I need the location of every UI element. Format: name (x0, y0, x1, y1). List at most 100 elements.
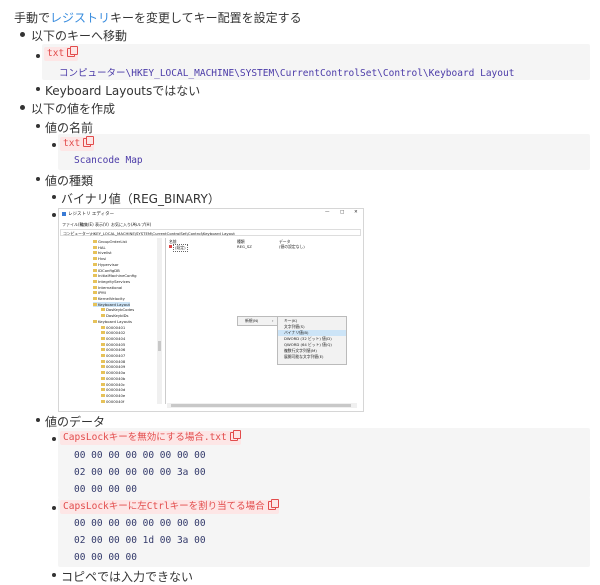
tree-item[interactable]: 0000040c (101, 382, 125, 387)
folder-icon (93, 302, 97, 306)
tree-item-label: 0000040d (106, 387, 126, 393)
tree-item[interactable]: IntegrityServices (93, 279, 130, 284)
tree-item[interactable]: DosKeybCodes (101, 307, 134, 312)
regedit-tree: GroupOrderList HAL hivelist Hvsi Hypervisor I… (59, 238, 166, 404)
tree-item[interactable]: International (93, 285, 122, 290)
tree-item[interactable]: IDConfigDB (93, 268, 120, 273)
regedit-address-bar[interactable]: コンピューター\HKEY_LOCAL_MACHINE\SYSTEM\Curren… (60, 229, 361, 236)
tree-item[interactable]: 0000040f (101, 399, 124, 404)
tree-item[interactable]: 00000406 (101, 347, 125, 352)
value-row-name[interactable]: (既定) (173, 244, 188, 252)
menu-view[interactable]: 表示(V) (95, 222, 109, 228)
tree-item-label: 00000402 (106, 330, 126, 336)
folder-icon (93, 274, 97, 278)
bullet-icon (52, 506, 56, 510)
folder-icon (93, 297, 97, 300)
intro-prefix: 手動で (14, 11, 51, 25)
tree-item[interactable]: DosKeybIDs (101, 313, 129, 318)
folder-icon (93, 257, 97, 261)
minimize-icon[interactable]: — (325, 210, 330, 215)
tree-item-label: 00000406 (106, 347, 126, 353)
copy-icon[interactable] (83, 136, 95, 147)
tree-item[interactable]: Keyboard Layouts (93, 319, 132, 324)
tree-item[interactable]: KernelVelocity (93, 296, 125, 301)
step1-note: Keyboard Layoutsではない (45, 84, 201, 98)
tree-item-label: DosKeybIDs (106, 313, 129, 319)
copy-icon[interactable] (229, 430, 241, 441)
context-menu: 新規(N) › (237, 316, 279, 326)
tree-item-label: 0000040b (106, 375, 126, 381)
close-icon[interactable]: ✕ (354, 210, 358, 215)
tree-item[interactable]: 00000408 (101, 359, 125, 364)
tree-item-label: GroupOrderList (98, 239, 127, 244)
data2-line: 00 00 00 00 00 00 00 00 (74, 518, 206, 529)
tree-item[interactable]: GroupOrderList (93, 239, 127, 244)
menu-help[interactable]: ヘルプ(H) (133, 222, 151, 228)
scroll-thumb[interactable] (171, 404, 351, 407)
folder-icon (101, 342, 105, 346)
maximize-icon[interactable]: □ (340, 210, 344, 215)
tree-item[interactable]: Hypervisor (93, 262, 119, 267)
tree-item[interactable]: Keyboard Layout (93, 301, 130, 307)
folder-icon (93, 268, 97, 272)
copy-icon[interactable] (267, 499, 279, 510)
code-tag-label: CapsLockキーに左Ctrlキーを割り当てる場合 (63, 501, 265, 512)
tree-item[interactable]: InitialMachineConfig (93, 273, 137, 278)
bullet-icon (52, 437, 56, 441)
regedit-title: レジストリ エディター (68, 212, 115, 217)
tree-item-label: IntegrityServices (98, 278, 131, 284)
code-tag-data2[interactable]: CapsLockキーに左Ctrlキーを割り当てる場合 (60, 499, 279, 514)
folder-icon (101, 388, 105, 392)
tree-item[interactable]: 0000040a (101, 370, 125, 375)
code-tag-txt[interactable]: txt (60, 136, 95, 151)
code-tag-txt[interactable]: txt (44, 46, 79, 61)
key-path-code: コンピューター\HKEY_LOCAL_MACHINE\SYSTEM\Curren… (59, 68, 515, 79)
value-name-code: Scancode Map (74, 155, 143, 166)
tree-item[interactable]: 00000401 (101, 325, 125, 330)
tree-item-label: 00000404 (106, 335, 126, 341)
tree-item-label: Hvsi (98, 256, 107, 262)
folder-icon (93, 240, 97, 243)
ctx-new-expandstring[interactable]: 展開可能な文字列値(E) (284, 354, 324, 360)
folder-icon (101, 393, 105, 397)
tree-item[interactable]: 00000402 (101, 330, 125, 335)
folder-icon (101, 336, 105, 340)
bullet-icon (20, 32, 25, 37)
bullet-icon (20, 105, 25, 110)
tree-item[interactable]: HAL (93, 245, 106, 250)
tree-scrollbar[interactable] (157, 238, 162, 404)
registry-link[interactable]: レジストリ (50, 11, 110, 25)
tree-item[interactable]: Hvsi (93, 256, 106, 261)
folder-icon (101, 365, 105, 369)
tree-item[interactable]: 0000040b (101, 376, 125, 381)
tree-item-label: 0000040c (106, 381, 125, 387)
bullet-icon (36, 124, 40, 128)
menu-edit[interactable]: 編集(E) (80, 222, 94, 228)
regedit-app-icon (62, 212, 66, 216)
tree-item-label: DosKeybCodes (106, 307, 135, 313)
regedit-menubar: ファイル(F) 編集(E) 表示(V) お気に入り(A) ヘルプ(H) (59, 221, 363, 229)
tree-item[interactable]: 00000409 (101, 364, 125, 369)
folder-icon (93, 291, 97, 295)
bullet-icon (36, 54, 40, 58)
intro-suffix: キーを変更してキー配置を設定する (110, 11, 302, 25)
tree-item[interactable]: 00000404 (101, 336, 125, 341)
data1-line: 00 00 00 00 00 00 00 00 (74, 450, 206, 461)
code-tag-data1[interactable]: CapsLockキーを無効にする場合.txt (60, 430, 241, 445)
copy-icon[interactable] (67, 46, 79, 57)
tree-item[interactable]: IPMI (93, 290, 106, 295)
tree-item-label: 0000040a (106, 370, 126, 376)
folder-icon (101, 371, 105, 375)
ctx-new[interactable]: 新規(N) (245, 318, 258, 324)
tree-item[interactable]: 0000040d (101, 387, 125, 392)
scroll-thumb[interactable] (158, 341, 161, 351)
values-scrollbar[interactable] (167, 403, 357, 408)
tree-item[interactable]: hivelist (93, 250, 112, 255)
tree-item[interactable]: 0000040e (101, 393, 125, 398)
tree-item[interactable]: 00000405 (101, 342, 125, 347)
tree-item[interactable]: 00000407 (101, 353, 125, 358)
tree-item-label: Keyboard Layout (98, 301, 130, 307)
folder-icon (93, 319, 97, 323)
bullet-icon (52, 573, 56, 577)
footnote-text: コピペでは入力できない (61, 570, 194, 584)
